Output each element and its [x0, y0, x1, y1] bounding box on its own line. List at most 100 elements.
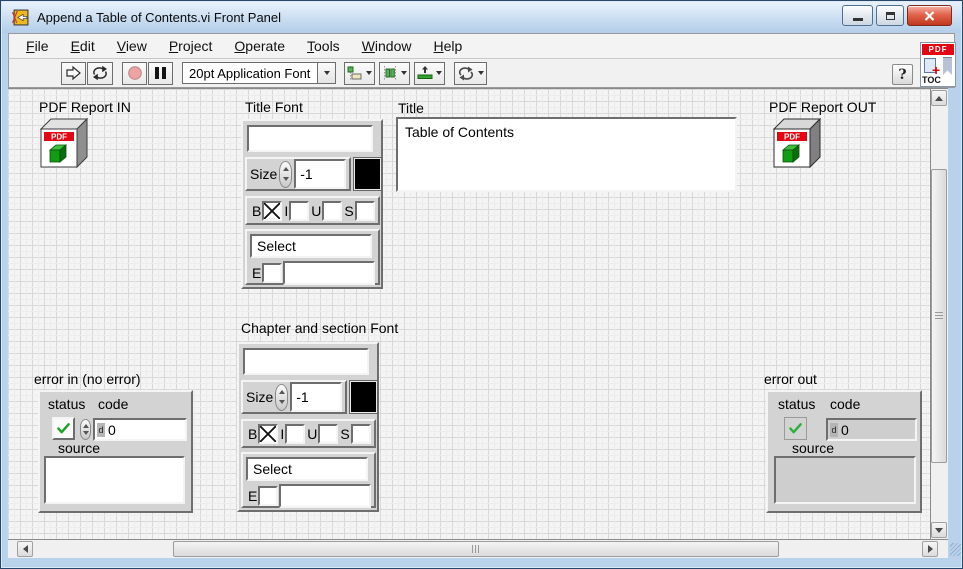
- font-select-group: Select E: [245, 229, 380, 285]
- error-out-cluster: status code d 0 source: [766, 390, 922, 513]
- close-icon: [924, 11, 935, 21]
- size-spinner[interactable]: [275, 384, 288, 411]
- bookmark-icon: [943, 57, 952, 75]
- code-spinner[interactable]: [80, 419, 91, 440]
- pdf-report-out-label: PDF Report OUT: [769, 99, 876, 115]
- title-label: Title: [398, 100, 424, 116]
- font-name-field[interactable]: [247, 125, 373, 152]
- error-out-label: error out: [764, 371, 817, 387]
- scroll-left-button[interactable]: [17, 541, 33, 557]
- strikeout-checkbox[interactable]: [351, 424, 371, 444]
- vi-icon[interactable]: PDF + TOC: [920, 42, 956, 87]
- size-label: Size: [246, 389, 273, 405]
- font-color-box[interactable]: [353, 157, 382, 191]
- title-font-cluster: Size -1 B I U S Select E: [241, 119, 383, 289]
- strikeout-checkbox[interactable]: [355, 201, 375, 221]
- italic-label: I: [284, 203, 288, 219]
- menu-window[interactable]: Window: [351, 35, 423, 57]
- pause-button[interactable]: [148, 62, 173, 85]
- vertical-scrollbar[interactable]: [930, 88, 948, 539]
- vi-window-icon[interactable]: [11, 9, 31, 26]
- size-row: Size -1: [241, 380, 347, 414]
- resize-grip[interactable]: [950, 543, 961, 556]
- code-field[interactable]: d 0: [93, 418, 187, 441]
- minimize-button[interactable]: [842, 5, 873, 26]
- bold-checkbox[interactable]: [262, 201, 282, 221]
- run-continuously-icon: [90, 65, 110, 81]
- source-field[interactable]: [44, 456, 185, 504]
- pdf-report-in-control[interactable]: PDF: [37, 117, 89, 169]
- source-label: source: [792, 440, 834, 456]
- menu-edit[interactable]: Edit: [60, 35, 106, 57]
- font-select-group: Select E: [241, 452, 376, 508]
- size-field[interactable]: -1: [290, 382, 342, 412]
- arrow-right-icon: [928, 545, 933, 553]
- scroll-up-button[interactable]: [931, 90, 947, 106]
- radix-indicator: d: [97, 423, 105, 437]
- underline-checkbox[interactable]: [322, 201, 342, 221]
- run-continuously-button[interactable]: [87, 62, 113, 85]
- error-in-cluster: status code d 0 source: [38, 390, 193, 513]
- align-objects-button[interactable]: [344, 62, 375, 85]
- window-title: Append a Table of Contents.vi Front Pane…: [37, 10, 281, 25]
- horizontal-scroll-thumb[interactable]: [173, 541, 779, 557]
- font-select-field[interactable]: Select: [250, 234, 372, 258]
- italic-checkbox[interactable]: [289, 201, 309, 221]
- menu-project[interactable]: Project: [158, 35, 224, 57]
- pause-icon: [155, 67, 166, 79]
- abort-button[interactable]: [122, 62, 147, 85]
- status-checkbox[interactable]: [52, 417, 75, 440]
- enable-field: [279, 484, 371, 508]
- close-button[interactable]: [907, 5, 952, 26]
- enable-label: E: [252, 265, 261, 281]
- vi-icon-pdf-banner: PDF: [922, 44, 954, 55]
- underline-checkbox[interactable]: [318, 424, 338, 444]
- reorder-button[interactable]: [454, 62, 487, 85]
- labview-front-panel-window: Append a Table of Contents.vi Front Pane…: [0, 0, 963, 569]
- scroll-down-button[interactable]: [931, 522, 947, 538]
- decrement-icon: [83, 431, 89, 435]
- font-selector[interactable]: 20pt Application Font: [182, 62, 318, 84]
- grip-icon: [935, 312, 943, 321]
- enable-field: [283, 261, 375, 285]
- menu-view[interactable]: View: [106, 35, 158, 57]
- title-field[interactable]: Table of Contents: [396, 117, 737, 192]
- enable-checkbox[interactable]: [258, 486, 278, 506]
- font-color-box[interactable]: [349, 380, 378, 414]
- maximize-button[interactable]: [876, 5, 904, 26]
- underline-label: U: [307, 426, 317, 442]
- enable-checkbox[interactable]: [262, 263, 282, 283]
- increment-icon: [283, 167, 289, 171]
- status-label: status: [778, 396, 815, 412]
- distribute-objects-icon: [382, 66, 398, 80]
- run-icon: [64, 65, 83, 81]
- status-indicator: [784, 417, 807, 440]
- distribute-objects-button[interactable]: [379, 62, 410, 85]
- horizontal-scrollbar[interactable]: [8, 539, 948, 558]
- font-selector-dropdown-button[interactable]: [318, 62, 336, 84]
- menu-help[interactable]: Help: [423, 35, 474, 57]
- maximize-icon: [886, 12, 895, 20]
- help-button[interactable]: ?: [892, 64, 913, 85]
- menu-tools[interactable]: Tools: [296, 35, 351, 57]
- size-spinner[interactable]: [279, 161, 292, 188]
- bold-checkbox[interactable]: [258, 424, 278, 444]
- menu-operate[interactable]: Operate: [223, 35, 296, 57]
- resize-objects-button[interactable]: [414, 62, 445, 85]
- italic-checkbox[interactable]: [285, 424, 305, 444]
- pdf-banner-text: PDF: [784, 133, 800, 142]
- vertical-scroll-thumb[interactable]: [931, 169, 947, 463]
- font-select-field[interactable]: Select: [246, 457, 368, 481]
- scroll-right-button[interactable]: [922, 541, 938, 557]
- size-field[interactable]: -1: [294, 159, 346, 189]
- align-objects-icon: [347, 66, 363, 80]
- toolbar: 20pt Application Font: [8, 59, 955, 88]
- font-name-field[interactable]: [243, 348, 369, 375]
- grip-icon: [472, 545, 481, 553]
- green-cube-icon: [50, 145, 66, 162]
- pdf-report-out-indicator: PDF: [770, 117, 822, 169]
- enable-label: E: [248, 488, 257, 504]
- menu-file[interactable]: File: [15, 35, 60, 57]
- run-button[interactable]: [61, 62, 86, 85]
- chapter-font-cluster: Size -1 B I U S Select E: [237, 342, 379, 512]
